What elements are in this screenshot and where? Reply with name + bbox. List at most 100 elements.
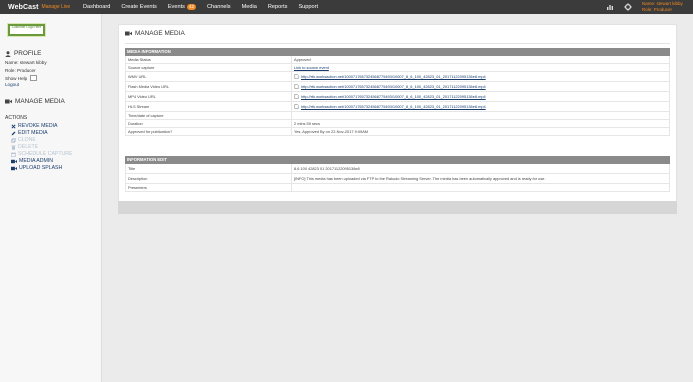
- media-information-heading: MEDIA INFORMATION: [125, 48, 670, 56]
- row-value: [292, 112, 669, 119]
- mp4-url-text: http://rtk.worksaction.net/1000717657324…: [301, 94, 486, 99]
- row-key: Description: [126, 174, 292, 183]
- delete-label: DELETE: [18, 144, 39, 150]
- nav-media-label: Media: [241, 4, 257, 10]
- video-camera-icon: [11, 159, 17, 163]
- nav-events-label: Events: [167, 4, 185, 10]
- table-row: HLS Stream http://rtk.worksaction.net/100…: [125, 102, 670, 112]
- wmv-url-text: http://rtk.worksaction.net/1000717657324…: [301, 74, 486, 79]
- title-divider: [125, 43, 670, 44]
- nav-events[interactable]: Events 42: [168, 4, 196, 10]
- schedule-capture-label: SCHEDULE CAPTURE: [18, 151, 73, 157]
- table-row: Source capture Link to source event: [125, 64, 670, 72]
- activity-icon[interactable]: [606, 3, 614, 11]
- show-help-toggle[interactable]: Show Help: [5, 75, 38, 81]
- app-logo[interactable]: WebCast Manage Live: [8, 2, 70, 12]
- customer-logo-text: Customer Logo Here: [10, 26, 43, 34]
- page-title-label: MANAGE MEDIA: [135, 30, 185, 37]
- nav-dashboard[interactable]: Dashboard: [83, 4, 110, 10]
- nav-channels[interactable]: Channels: [207, 4, 231, 10]
- file-icon: [294, 94, 299, 99]
- hls-url-text: http://rtk.worksaction.net/1000717657324…: [301, 104, 486, 109]
- profile-heading-label: PROFILE: [14, 50, 42, 57]
- hls-url-link[interactable]: http://rtk.worksaction.net/1000717657324…: [292, 102, 669, 111]
- nav-channels-label: Channels: [206, 4, 231, 10]
- mp4-url-link[interactable]: http://rtk.worksaction.net/1000717657324…: [292, 92, 669, 101]
- wmv-url-link[interactable]: http://rtk.worksaction.net/1000717657324…: [292, 72, 669, 81]
- table-row: MP4 Video URL http://rtk.worksaction.net/…: [125, 92, 670, 102]
- row-value: Approved: [294, 57, 311, 62]
- manage-media-heading: MANAGE MEDIA: [5, 98, 65, 105]
- upload-splash-action[interactable]: UPLOAD SPLASH: [11, 165, 62, 171]
- sidebar: Customer Logo Here PROFILE Name: stewart…: [0, 14, 102, 382]
- information-edit-section: INFORMATION EDIT Title 8.6 100 42823 01 2…: [125, 156, 670, 192]
- nav-support-label: Support: [298, 4, 319, 10]
- nav-reports[interactable]: Reports: [268, 4, 288, 10]
- customer-logo: Customer Logo Here: [7, 23, 46, 37]
- row-value: [292, 184, 669, 191]
- row-key: Presenters: [126, 184, 292, 191]
- profile-name: Name: stewart kibby: [5, 60, 47, 65]
- row-key: Source capture: [126, 64, 292, 71]
- row-key: Duration: [126, 120, 292, 127]
- row-key: MP4 Video URL: [126, 92, 292, 101]
- row-value: [INFO] This media has been uploaded via …: [294, 176, 546, 181]
- source-event-link[interactable]: Link to source event: [292, 64, 669, 71]
- row-value: 2 mins 59 secs: [294, 121, 320, 126]
- table-row: Time/date of capture: [125, 112, 670, 120]
- row-key: Flash Media Video URL: [126, 82, 292, 91]
- trash-icon: [11, 145, 16, 150]
- calendar-icon: [11, 152, 16, 157]
- gear-icon[interactable]: [624, 3, 632, 11]
- row-value: Yes, Approved By on 22-Nov-2017 9:09AM: [294, 129, 369, 134]
- user-role: Role: Producer: [642, 7, 673, 12]
- show-help-label: Show Help: [5, 75, 28, 81]
- table-row: WMV URL http://rtk.worksaction.net/100071…: [125, 72, 670, 82]
- file-icon: [294, 84, 299, 89]
- nav-reports-label: Reports: [267, 4, 288, 10]
- table-row: Approved for publication? Yes, Approved B…: [125, 128, 670, 136]
- nav-create-events-label: Create Events: [121, 4, 157, 10]
- user-icon: [5, 50, 11, 57]
- flash-url-text: http://rtk.worksaction.net/1000717657324…: [301, 84, 486, 89]
- row-key: HLS Stream: [126, 102, 292, 111]
- file-icon: [294, 104, 299, 109]
- nav-dashboard-label: Dashboard: [83, 4, 111, 10]
- profile-role: Role: Producer: [5, 68, 36, 73]
- logo-subtext: Manage Live: [41, 4, 71, 10]
- show-help-checkbox[interactable]: [30, 75, 38, 81]
- manage-media-heading-label: MANAGE MEDIA: [15, 98, 65, 105]
- table-row: Title 8.6 100 42823 01 20171122095136e8: [125, 164, 670, 174]
- pencil-icon: [11, 131, 16, 135]
- revoke-media-label: REVOKE MEDIA: [18, 123, 58, 129]
- media-admin-action[interactable]: MEDIA ADMIN: [11, 158, 53, 164]
- table-row: Presenters: [125, 184, 670, 192]
- clone-action: CLONE: [11, 137, 36, 143]
- flash-url-link[interactable]: http://rtk.worksaction.net/1000717657324…: [292, 82, 669, 91]
- table-row: Flash Media Video URL http://rtk.worksact…: [125, 82, 670, 92]
- nav-create-events[interactable]: Create Events: [121, 4, 156, 10]
- upload-splash-label: UPLOAD SPLASH: [19, 165, 63, 171]
- video-camera-icon: [11, 166, 17, 170]
- page-title: MANAGE MEDIA: [125, 30, 185, 37]
- video-camera-icon: [125, 31, 132, 36]
- media-information-section: MEDIA INFORMATION Media Status Approved S…: [125, 48, 670, 136]
- delete-action: DELETE: [11, 144, 38, 150]
- actions-heading: ACTIONS: [5, 115, 28, 121]
- edit-media-action[interactable]: EDIT MEDIA: [11, 130, 48, 136]
- revoke-media-action[interactable]: REVOKE MEDIA: [11, 123, 58, 129]
- nav-support[interactable]: Support: [298, 4, 318, 10]
- schedule-capture-action: SCHEDULE CAPTURE: [11, 151, 72, 157]
- nav-media[interactable]: Media: [242, 4, 257, 10]
- clone-icon: [11, 137, 16, 143]
- row-key: WMV URL: [126, 72, 292, 81]
- edit-media-label: EDIT MEDIA: [18, 130, 48, 136]
- x-icon: [11, 123, 16, 129]
- row-value: 8.6 100 42823 01 20171122095136e8: [294, 166, 360, 171]
- manage-media-panel: MANAGE MEDIA MEDIA INFORMATION Media Sta…: [118, 24, 677, 214]
- user-info[interactable]: Name: stewart kibby Role: Producer: [642, 1, 683, 13]
- media-admin-label: MEDIA ADMIN: [19, 158, 54, 164]
- row-key: Media Status: [126, 56, 292, 63]
- logout-link[interactable]: Logout: [5, 82, 19, 87]
- top-bar: WebCast Manage Live Dashboard Create Eve…: [0, 0, 693, 14]
